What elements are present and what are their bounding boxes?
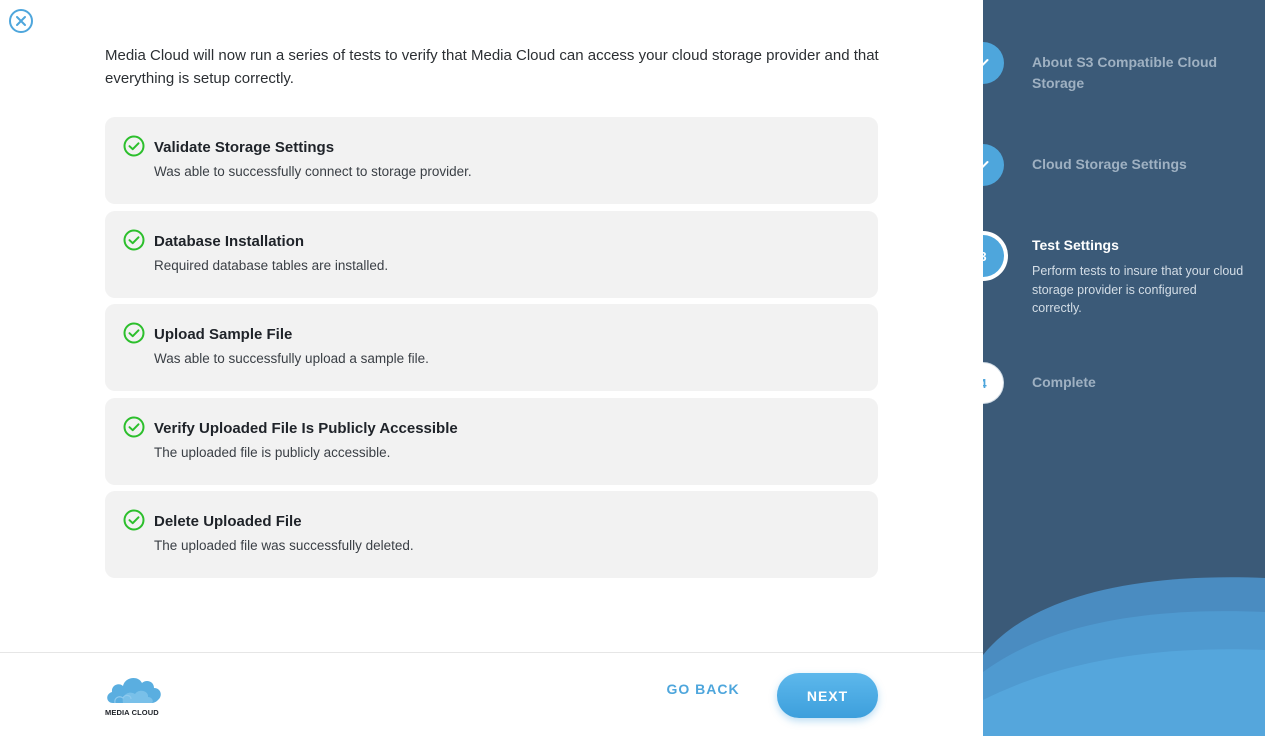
test-list: Validate Storage Settings Was able to su…: [105, 117, 878, 585]
test-card: Verify Uploaded File Is Publicly Accessi…: [105, 397, 878, 485]
test-card: Delete Uploaded File The uploaded file w…: [105, 491, 878, 578]
test-description: The uploaded file is publicly accessible…: [154, 444, 391, 460]
cloud-icon: [107, 677, 161, 704]
footer: MEDIA CLOUD GO BACK NEXT: [0, 652, 983, 736]
logo-text: MEDIA CLOUD: [105, 708, 159, 717]
step-description: Perform tests to insure that your cloud …: [1032, 264, 1244, 315]
close-button[interactable]: [9, 9, 33, 33]
steps-sidebar: About S3 Compatible Cloud Storage Cloud …: [983, 0, 1265, 736]
test-title: Upload Sample File: [154, 326, 293, 343]
test-description: The uploaded file was successfully delet…: [154, 538, 414, 553]
test-title: Delete Uploaded File: [154, 513, 302, 530]
media-cloud-logo: MEDIA CLOUD: [105, 673, 163, 719]
check-circle-icon: [123, 229, 145, 250]
step-title: Cloud Storage Settings: [1032, 156, 1187, 172]
check-icon: [983, 59, 989, 67]
main-panel: Media Cloud will now run a series of tes…: [0, 0, 983, 736]
step-title: Test Settings: [1032, 237, 1119, 253]
check-circle-icon: [123, 135, 145, 157]
test-description: Required database tables are installed.: [154, 257, 389, 273]
test-card: Upload Sample File Was able to successfu…: [105, 304, 878, 391]
test-description: Was able to successfully upload a sample…: [154, 351, 429, 366]
step-title: About S3 Compatible Cloud Storage: [1032, 54, 1218, 91]
test-card: Database Installation Required database …: [105, 210, 878, 298]
next-button[interactable]: NEXT: [777, 673, 878, 718]
close-icon: [16, 16, 26, 26]
check-icon: [983, 161, 989, 169]
test-title: Verify Uploaded File Is Publicly Accessi…: [154, 419, 458, 437]
test-card: Validate Storage Settings Was able to su…: [105, 117, 878, 204]
check-circle-icon: [123, 509, 145, 531]
intro-text: Media Cloud will now run a series of tes…: [105, 47, 879, 87]
check-circle-icon: [123, 322, 145, 344]
check-circle-icon: [123, 416, 145, 437]
test-title: Validate Storage Settings: [154, 139, 335, 156]
decorative-wave: [983, 577, 1265, 736]
go-back-button[interactable]: GO BACK: [660, 681, 746, 697]
test-title: Database Installation: [154, 232, 305, 250]
step-title: Complete: [1032, 374, 1096, 390]
test-description: Was able to successfully connect to stor…: [154, 164, 472, 179]
